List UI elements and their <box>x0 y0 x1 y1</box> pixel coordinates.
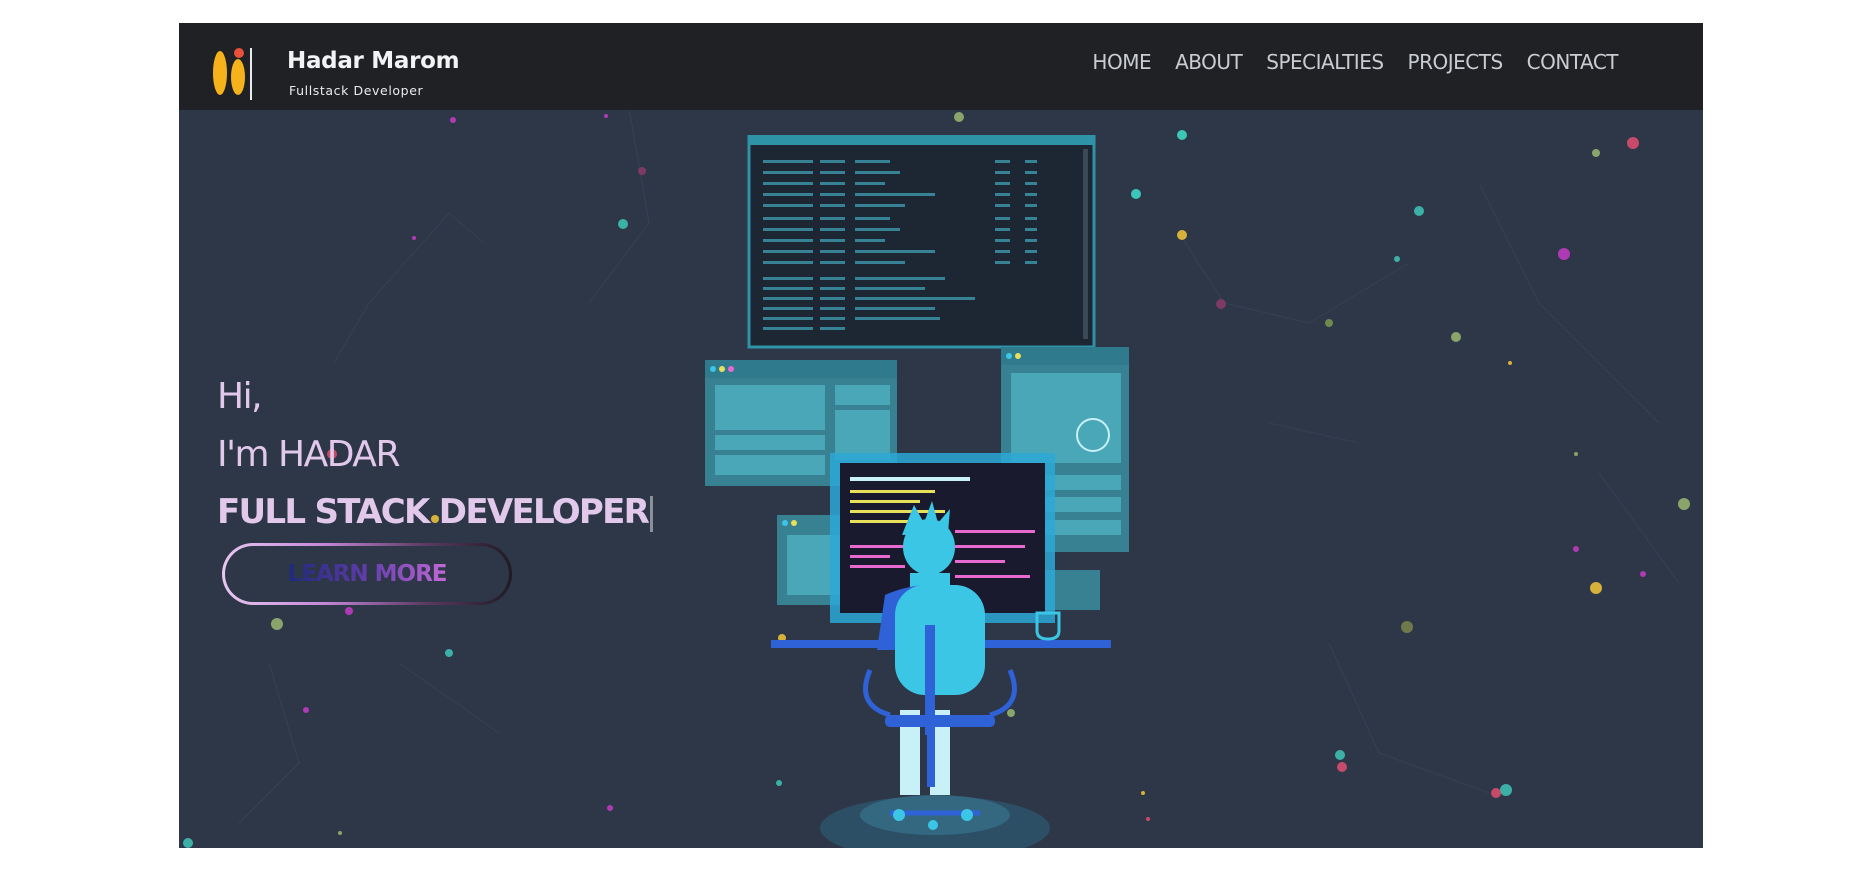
hero-role-line: FULL STACK DEVELOPER <box>217 484 654 540</box>
nav-specialties[interactable]: SPECIALTIES <box>1266 50 1384 74</box>
logo-name: Hadar Marom <box>287 48 460 74</box>
hero-role: FULL STACK DEVELOPER <box>217 492 650 532</box>
website-frame: Hadar Marom Fullstack Developer HOME ABO… <box>179 23 1703 848</box>
typing-cursor <box>650 495 654 532</box>
learn-more-button-inner: LEARN MORE <box>225 546 509 602</box>
logo[interactable]: Hadar Marom Fullstack Developer <box>213 35 460 101</box>
hero-greeting: Hi, <box>217 376 263 417</box>
nav-about[interactable]: ABOUT <box>1175 50 1243 74</box>
hero-text: Hi, I'm HADAR FULL STACK DEVELOPER <box>217 368 654 540</box>
learn-more-button[interactable]: LEARN MORE <box>222 543 512 605</box>
navbar: Hadar Marom Fullstack Developer HOME ABO… <box>179 23 1703 110</box>
nav-home[interactable]: HOME <box>1092 50 1151 74</box>
logo-tagline: Fullstack Developer <box>289 83 424 98</box>
main-nav: HOME ABOUT SPECIALTIES PROJECTS CONTACT <box>1092 50 1618 74</box>
logo-divider <box>250 48 252 100</box>
learn-more-label: LEARN MORE <box>287 561 448 587</box>
code-window-main <box>747 135 1096 349</box>
nav-contact[interactable]: CONTACT <box>1527 50 1619 74</box>
hm-logo-icon <box>213 48 245 95</box>
nav-projects[interactable]: PROJECTS <box>1408 50 1504 74</box>
developer-illustration <box>705 135 1129 848</box>
office-chair <box>820 585 1050 848</box>
hero-intro: I'm HADAR <box>217 434 400 475</box>
